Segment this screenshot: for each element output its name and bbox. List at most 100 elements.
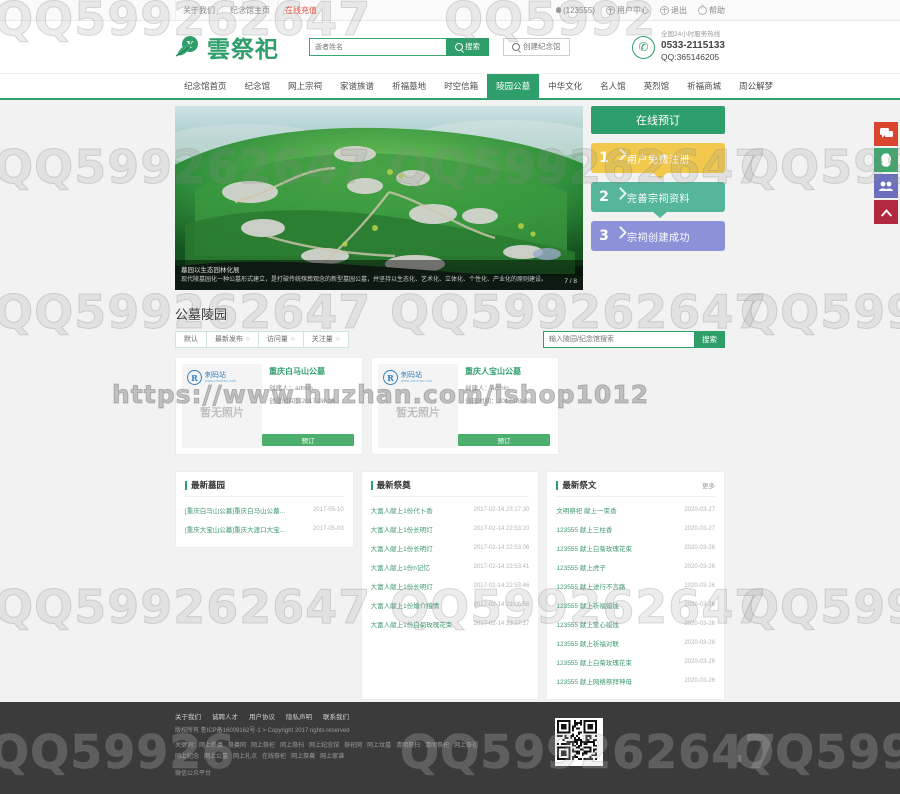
footer-keyword-2[interactable]: 网上祭祀 [251, 743, 275, 749]
top-link-about[interactable]: 关于我们 [175, 0, 223, 20]
list-item[interactable]: 123555 献上虎子 2020-03-26 [556, 557, 715, 576]
filter-tab-2[interactable]: 访问量 ◇ [258, 332, 304, 347]
search-input[interactable] [309, 38, 446, 56]
list-item[interactable]: 大富人献上1份婚介稽情 2017-02-14 23:06:56 [371, 595, 530, 614]
user-center-link[interactable]: 用户中心 [606, 5, 649, 16]
card-book-button[interactable]: 预订 [458, 434, 550, 446]
list-item-text: 123555 献上送行不言路 [556, 583, 626, 591]
list-item[interactable]: [重庆大宝山公墓]重庆大渡口大宝... 2017-05-03 [185, 519, 344, 538]
list-item[interactable]: 123555 献上网络祭拜神母 2020-03-26 [556, 671, 715, 690]
panel-title: 最新祭奠 [376, 480, 411, 490]
nav-item-7[interactable]: 中华文化 [539, 74, 591, 98]
filter-tab-label: 默认 [184, 336, 198, 343]
nav-item-5[interactable]: 时空信箱 [435, 74, 487, 98]
footer-link-1[interactable]: 诚聘人才 [212, 711, 238, 721]
footer-keyword-8[interactable]: 清明祭祀 [425, 743, 449, 749]
step-1-chevron-icon [617, 143, 625, 173]
step-1: 1 用户免费注册 [591, 143, 725, 179]
footer-keyword-2[interactable]: 网上礼点 [233, 754, 257, 760]
footer-keyword-9[interactable]: 网上祭祖 [454, 743, 478, 749]
help-link[interactable]: 帮助 [698, 5, 725, 16]
filter-tab-1[interactable]: 最新发布 ◇ [207, 332, 259, 347]
list-item[interactable]: 大富人献上1份长明灯 2017-02-14 22:53:46 [371, 576, 530, 595]
top-link-recharge[interactable]: 在线充值 [278, 0, 325, 20]
list-item[interactable]: [重庆白马山公墓]重庆白马山公墓... 2017-05-10 [185, 500, 344, 519]
list-item[interactable]: 123555 献上祈福蜡烛 2020-03-26 [556, 595, 715, 614]
chat-icon[interactable] [874, 122, 898, 146]
list-item[interactable]: 123555 献上祈福对联 2020-03-26 [556, 633, 715, 652]
no-photo-label: 暂无照片 [396, 407, 440, 419]
list-item[interactable]: 123555 献上爱心蜡烛 2020-03-26 [556, 614, 715, 633]
list-item[interactable]: 大富人献上1份白菊玫瑰花束 2017-02-14 23:17:17 [371, 614, 530, 633]
list-item[interactable]: 大富人献上1份h记忆 2017-02-14 22:53:41 [371, 557, 530, 576]
nav-item-10[interactable]: 祈福商城 [678, 74, 730, 98]
user-id-display[interactable]: (123555) [555, 6, 595, 15]
cemetery-card[interactable]: R 刺码站 www.cmcbao.com 暂无照片 重庆白马山公墓 创建人：admin 创建… [175, 357, 363, 455]
footer-keyword-4[interactable]: 网上纪念馆 [309, 743, 339, 749]
list-item-text: 大富人献上1份长明灯 [370, 526, 433, 534]
footer-keyword-3[interactable]: 网上祭扫 [280, 743, 304, 749]
panel-more-link[interactable]: 更多 [702, 480, 715, 490]
footer-keyword-6[interactable]: 网上坟墓 [367, 743, 391, 749]
nav-item-3[interactable]: 家谱族谱 [331, 74, 383, 98]
nav-item-0[interactable]: 纪念馆首页 [175, 74, 236, 98]
banner-image[interactable]: 墓园以生态园林化展 现代陵墓园化一种公墓形式建立，是打破传统殡葬观念的新型墓园公… [175, 106, 583, 290]
footer-keyword-1[interactable]: 网上公墓 [204, 754, 228, 760]
section-search-button[interactable]: 搜索 [694, 331, 725, 348]
card-creator: 创建人：admin [269, 385, 313, 392]
list-item[interactable]: 文明祭祀 献上一束香 2020-03-27 [556, 500, 715, 519]
list-item-text: 123555 献上祈福蜡烛 [556, 602, 619, 610]
nav-item-6[interactable]: 陵园公墓 [487, 74, 540, 98]
list-item-text: 大富人献上1份长明灯 [370, 545, 433, 553]
sort-arrow-icon: ◇ [246, 336, 250, 342]
search-button[interactable]: 搜索 [446, 38, 489, 56]
online-booking-button[interactable]: 在线预订 [591, 106, 725, 134]
nav-item-4[interactable]: 祈福墓地 [383, 74, 435, 98]
footer-link-2[interactable]: 用户协议 [249, 711, 275, 721]
footer-keyword-1[interactable]: 祭奠网 [228, 743, 246, 749]
list-item[interactable]: 123555 献上送行不言路 2020-03-26 [556, 576, 715, 595]
nav-item-9[interactable]: 英烈馆 [635, 74, 679, 98]
nav-item-1[interactable]: 纪念馆 [236, 74, 280, 98]
footer-keyword-0[interactable]: 网上纪念 [175, 754, 199, 760]
footer-keyword-7[interactable]: 清明祭扫 [396, 743, 420, 749]
scroll-top-icon[interactable] [874, 200, 898, 224]
section-search-input[interactable] [543, 331, 694, 348]
list-item-text: 大富人献上1份代卜香 [370, 507, 433, 515]
list-item[interactable]: 大富人献上1份代卜香 2017-02-14 23:17:30 [371, 500, 530, 519]
card-title: 重庆白马山公墓 [269, 367, 325, 376]
create-memorial-button[interactable]: 创建纪念馆 [503, 38, 570, 56]
card-created-time: 创建时间：2017-08-08 [465, 398, 531, 405]
footer-keyword-5[interactable]: 祭祀网 [344, 743, 362, 749]
list-item[interactable]: 123555 献上三柱香 2020-03-27 [556, 519, 715, 538]
nav-item-11[interactable]: 周公解梦 [730, 74, 782, 98]
list-item[interactable]: 123555 献上白菊玫瑰花束 2020-03-26 [556, 652, 715, 671]
list-item-date: 2017-02-14 22:53:46 [473, 582, 530, 589]
site-logo[interactable]: Y 雲祭祀 [175, 30, 279, 64]
footer-keyword-3[interactable]: 在线祭祀 [262, 754, 286, 760]
list-item[interactable]: 大富人献上1份长明灯 2017-02-14 22:53:06 [371, 538, 530, 557]
footer-keyword-5[interactable]: 网上家谱 [320, 754, 344, 760]
footer-keyword-0[interactable]: 网上祭奠 [199, 743, 223, 749]
filter-tab-3[interactable]: 关注量 ◇ [303, 332, 348, 347]
list-item[interactable]: 大富人献上1份长明灯 2017-02-14 22:53:20 [371, 519, 530, 538]
footer-keyword-4[interactable]: 网上祭奠 [291, 754, 315, 760]
step-3-label: 宗祠创建成功 [627, 232, 690, 244]
cemetery-card[interactable]: R 刺码站 www.cmcbao.com 暂无照片 重庆人宝山公墓 创建人：admin 创建… [371, 357, 559, 455]
card-book-button[interactable]: 预订 [262, 434, 354, 446]
list-item[interactable]: 123555 献上白菊玫瑰花束 2020-03-26 [556, 538, 715, 557]
filter-tabs: 默认 最新发布 ◇ 访问量 ◇ 关注量 ◇ [175, 331, 349, 348]
footer-link-0[interactable]: 关于我们 [175, 711, 201, 721]
logout-link[interactable]: 退出 [660, 5, 687, 16]
phone-number: 0533-2115133 [661, 39, 725, 51]
top-link-memorial-home[interactable]: 纪念馆主页 [223, 0, 278, 20]
qq-icon[interactable] [874, 148, 898, 172]
nav-item-8[interactable]: 名人馆 [591, 74, 635, 98]
logout-icon [660, 5, 669, 15]
filter-tab-0[interactable]: 默认 [176, 332, 207, 347]
footer-link-3[interactable]: 隐私声明 [286, 711, 312, 721]
list-item-text: 大富人献上1份h记忆 [370, 564, 430, 572]
nav-item-2[interactable]: 网上宗祠 [279, 74, 331, 98]
users-icon[interactable] [874, 174, 898, 198]
footer-link-4[interactable]: 联系我们 [323, 711, 349, 721]
